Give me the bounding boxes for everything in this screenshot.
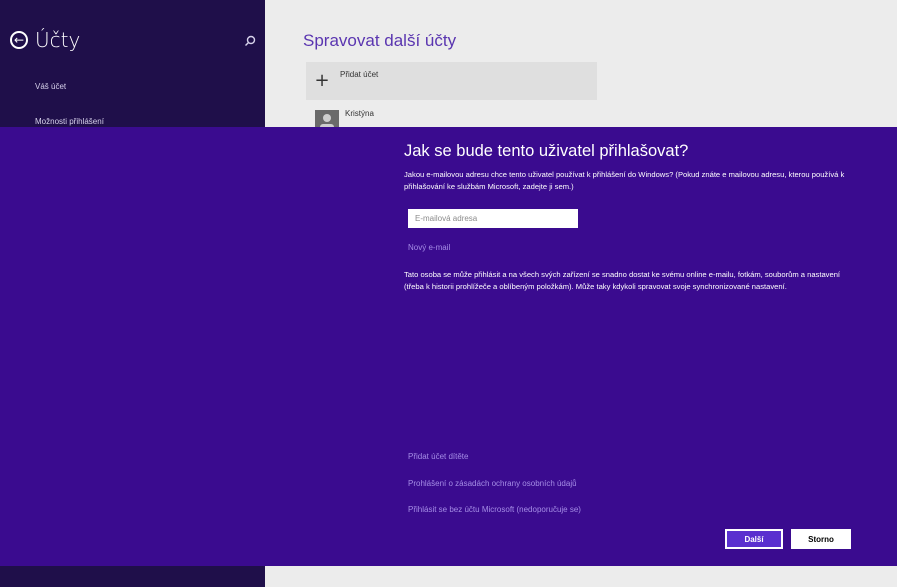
back-arrow-glyph: ← xyxy=(13,33,25,47)
search-icon[interactable] xyxy=(243,33,257,47)
add-account-label: Přidat účet xyxy=(340,70,379,79)
user-name[interactable]: Kristýna xyxy=(345,109,374,118)
email-field[interactable] xyxy=(408,209,578,228)
back-arrow-icon[interactable]: ← xyxy=(10,31,28,49)
sidebar-item-your-account[interactable]: Váš účet xyxy=(35,82,66,91)
privacy-statement-link[interactable]: Prohlášení o zásadách ochrany osobních ú… xyxy=(408,479,577,488)
page-title: Účty xyxy=(35,28,81,52)
main-bottom xyxy=(265,566,897,587)
new-email-link[interactable]: Nový e-mail xyxy=(408,243,450,252)
next-button[interactable]: Další xyxy=(725,529,783,549)
sidebar-bottom xyxy=(0,566,265,587)
dialog-heading: Jak se bude tento uživatel přihlašovat? xyxy=(404,142,689,160)
add-user-flyout: Jak se bude tento uživatel přihlašovat? … xyxy=(0,127,897,566)
info-text: Tato osoba se může přihlásit a na všech … xyxy=(404,270,841,291)
sidebar-item-sign-in-options[interactable]: Možnosti přihlášení xyxy=(35,117,104,126)
dialog-description: Jakou e-mailovou adresu chce tento uživa… xyxy=(404,170,845,191)
plus-icon: + xyxy=(314,70,330,91)
add-account-button[interactable]: + Přidat účet xyxy=(306,62,597,100)
sign-in-without-microsoft-account-link[interactable]: Přihlásit se bez účtu Microsoft (nedopor… xyxy=(408,505,581,514)
section-title: Spravovat další účty xyxy=(303,31,457,50)
add-child-account-link[interactable]: Přidat účet dítěte xyxy=(408,452,468,461)
cancel-button[interactable]: Storno xyxy=(791,529,851,549)
